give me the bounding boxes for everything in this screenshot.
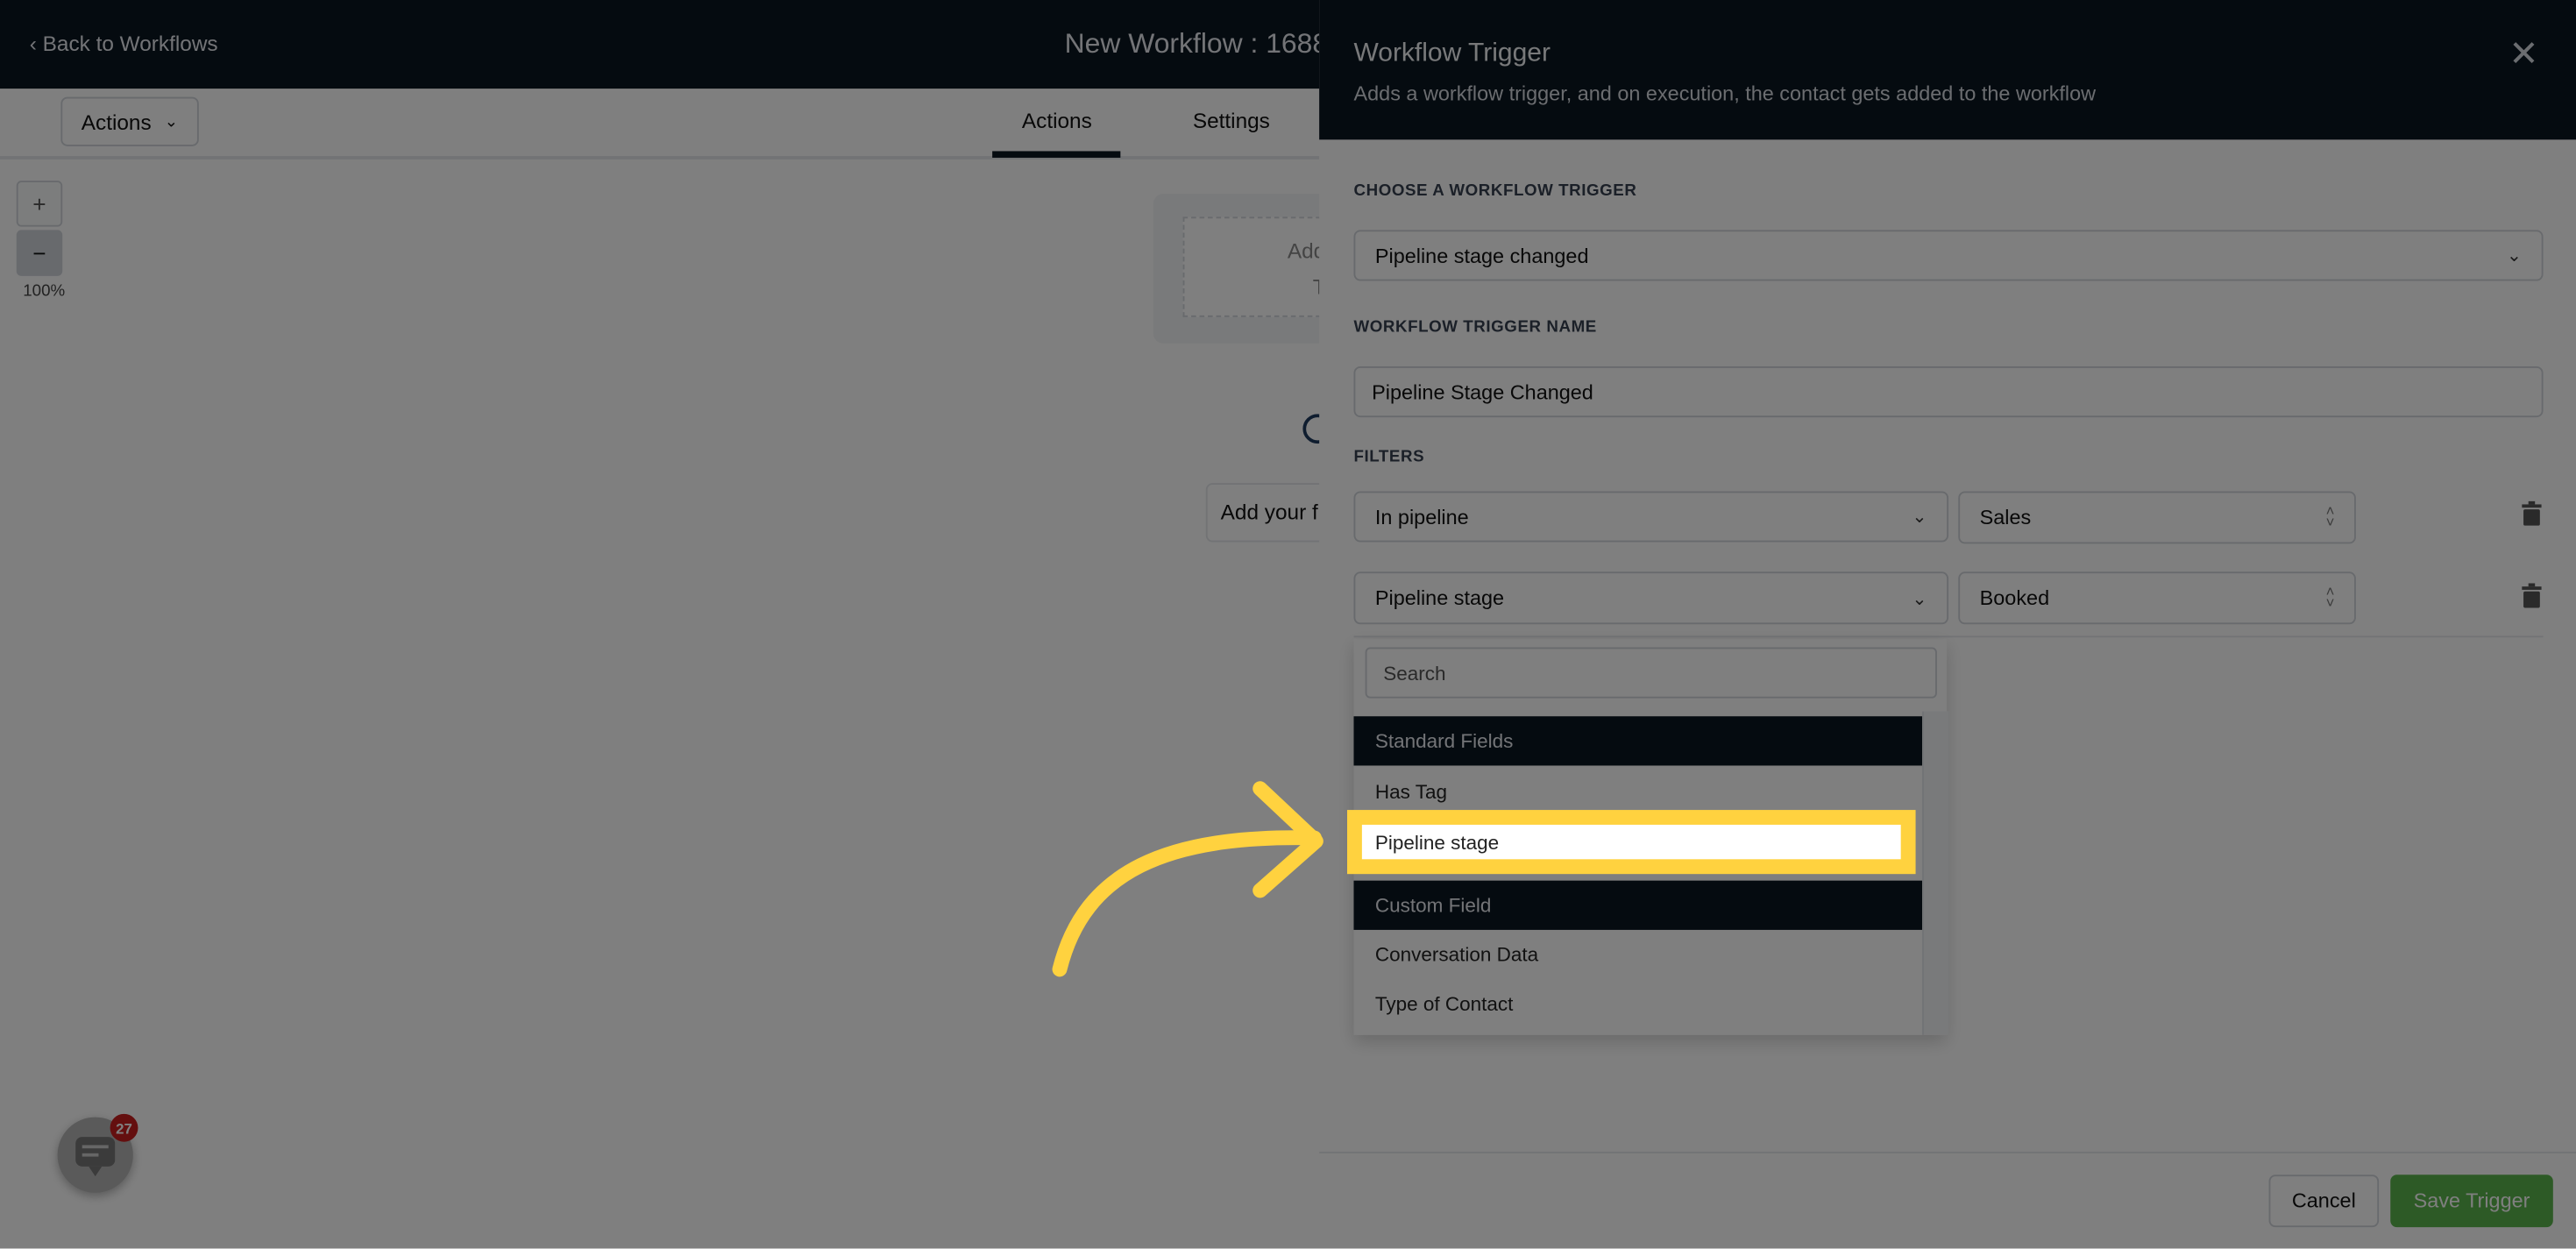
dim-overlay — [0, 0, 2576, 1249]
arrow-icon — [1052, 781, 1323, 977]
workflow-builder: ‹ Back to Workflows New Workflow : 1688 … — [0, 0, 2576, 1249]
highlight-frame: Pipeline stage — [1347, 810, 1916, 875]
dropdown-option-pipeline-stage[interactable]: Pipeline stage — [1361, 824, 1901, 860]
